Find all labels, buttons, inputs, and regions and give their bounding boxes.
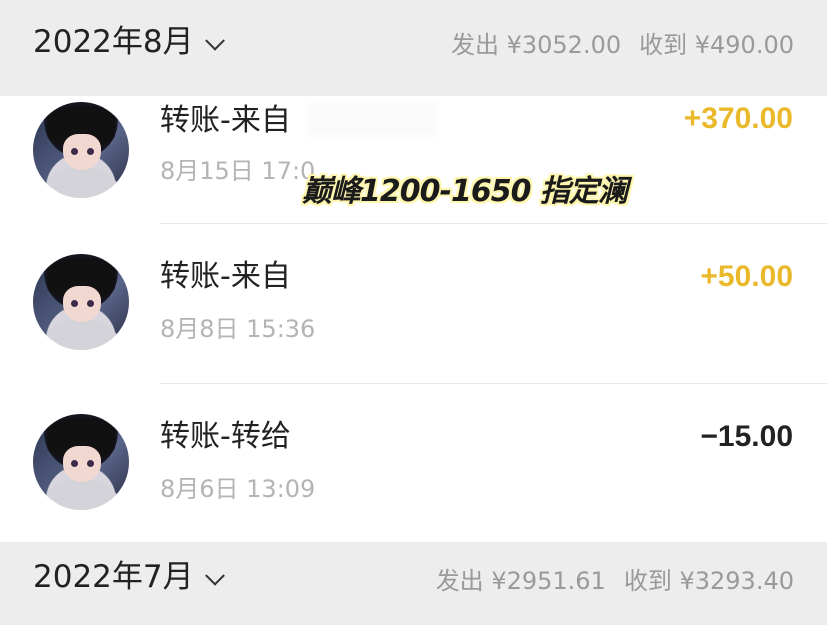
month-summary: 发出 ¥2951.61 收到 ¥3293.40: [436, 569, 794, 593]
expense-total: 发出 ¥2951.61: [435, 567, 606, 595]
avatar: [33, 254, 129, 350]
avatar: [33, 414, 129, 510]
transaction-title: 转账-来自: [160, 103, 291, 138]
transaction-amount: +50.00: [700, 260, 793, 293]
transaction-title: 转账-来自: [160, 259, 291, 294]
chevron-down-icon[interactable]: [204, 30, 225, 51]
transaction-row[interactable]: 转账-来自 8月8日 15:36 +50.00: [0, 224, 827, 384]
transaction-amount: −15.00: [700, 420, 793, 453]
transaction-time: 8月8日 15:36: [160, 315, 316, 343]
month-title: 2022年7月: [33, 559, 194, 595]
month-selector[interactable]: 2022年7月: [33, 559, 225, 595]
avatar: [33, 102, 129, 198]
month-selector[interactable]: 2022年8月: [33, 24, 225, 60]
month-header-july: 2022年7月 发出 ¥2951.61 收到 ¥3293.40: [0, 542, 827, 625]
chevron-down-icon[interactable]: [204, 565, 225, 586]
transaction-time: 8月6日 13:09: [160, 475, 316, 503]
transaction-list: 转账-来自 8月15日 17:0 +370.00 转账-来自 8月8日 15:3…: [0, 96, 827, 542]
transaction-row[interactable]: 转账-转给 8月6日 13:09 −15.00: [0, 384, 827, 542]
month-title: 2022年8月: [33, 24, 194, 60]
income-total: 收到 ¥490.00: [639, 31, 794, 59]
transaction-amount: +370.00: [683, 102, 793, 135]
month-summary: 发出 ¥3052.00 收到 ¥490.00: [451, 33, 794, 57]
income-total: 收到 ¥3293.40: [623, 567, 794, 595]
watermark-text: 巅峰1200-1650 指定澜: [302, 174, 628, 209]
transaction-time: 8月15日 17:0: [160, 157, 316, 185]
month-header-august: 2022年8月 发出 ¥3052.00 收到 ¥490.00: [0, 0, 827, 96]
expense-total: 发出 ¥3052.00: [450, 31, 622, 59]
transaction-title: 转账-转给: [160, 419, 291, 454]
